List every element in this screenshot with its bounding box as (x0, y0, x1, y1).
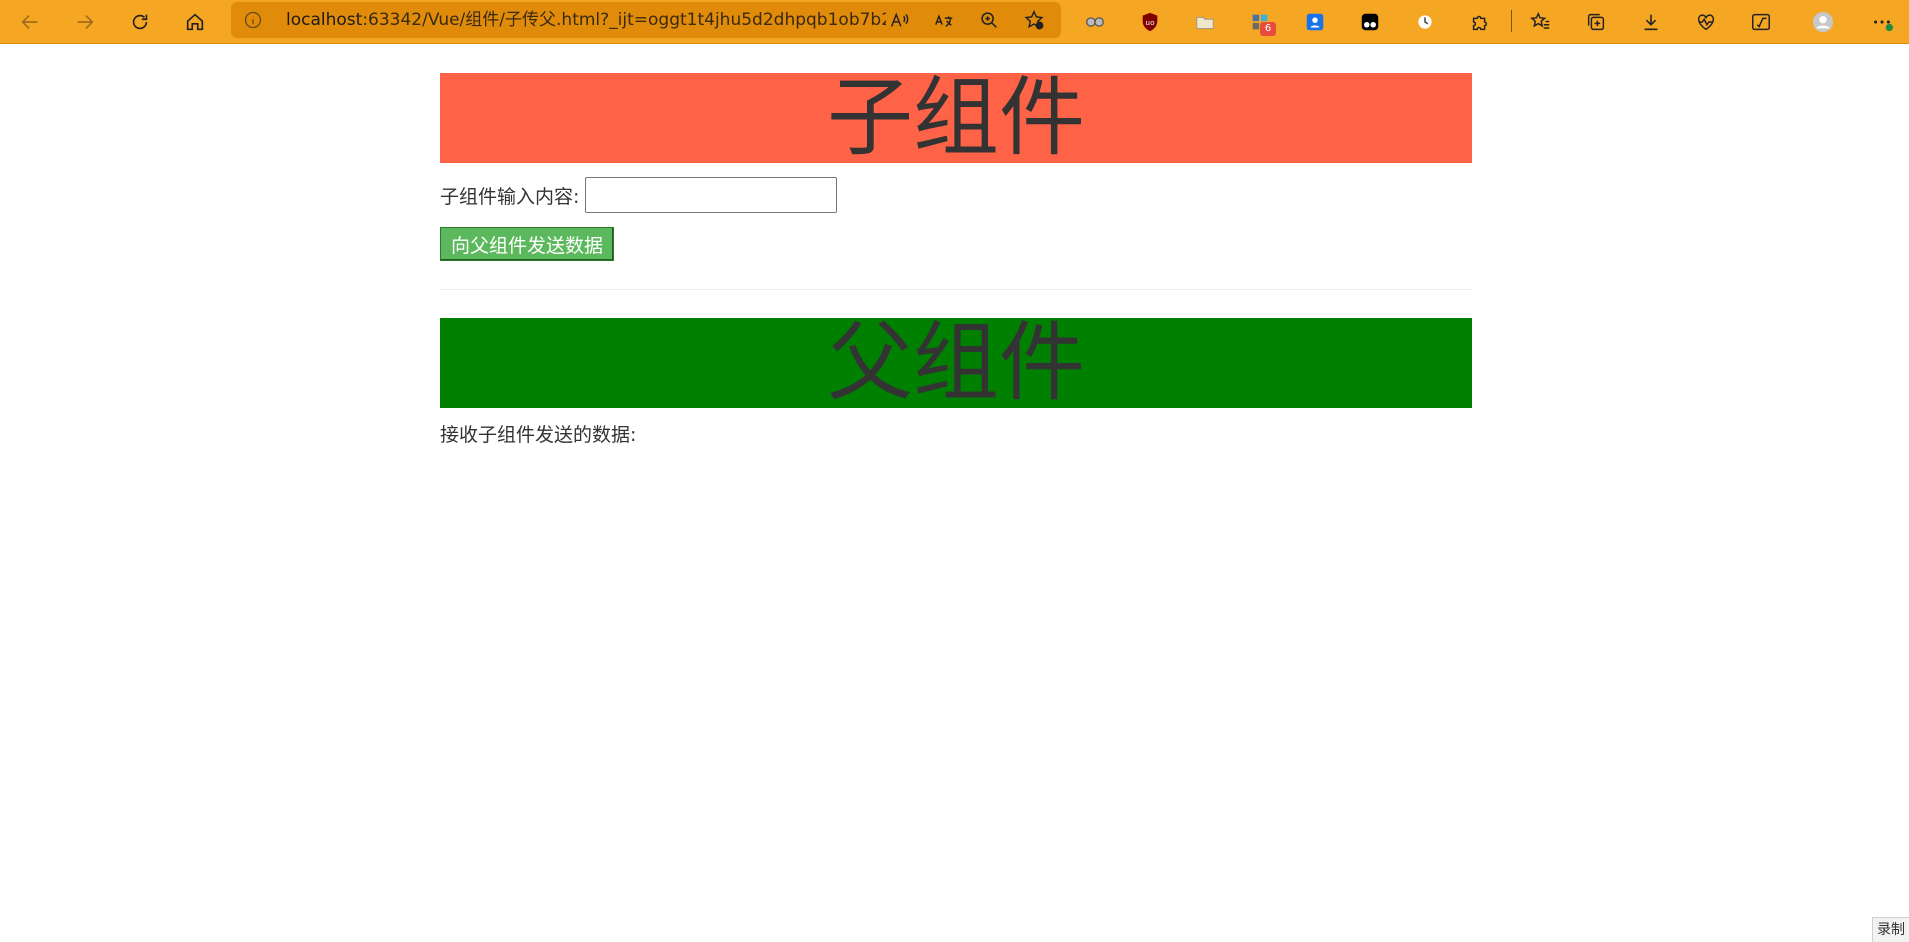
url-path: :63342/Vue/组件/子传父.html?_ijt=oggt1t4jhu5d… (362, 10, 886, 30)
browser-toolbar: localhost:63342/Vue/组件/子传父.html?_ijt=ogg… (0, 0, 1909, 44)
send-to-parent-button[interactable]: 向父组件发送数据 (440, 227, 615, 261)
reload-button[interactable] (122, 4, 158, 40)
collections-icon (1587, 13, 1605, 31)
extension-reader-button[interactable] (1077, 4, 1113, 40)
download-icon (1644, 14, 1658, 31)
person-card-icon (1306, 13, 1324, 31)
read-aloud-icon (890, 12, 909, 27)
extension-apps-button[interactable]: 6 (1242, 4, 1278, 40)
extensions-button[interactable] (1462, 4, 1498, 40)
avatar-icon (1812, 11, 1834, 33)
svg-text:uo: uo (1145, 18, 1155, 27)
favorites-button[interactable] (1523, 4, 1559, 40)
performance-button[interactable] (1688, 4, 1724, 40)
star-add-icon (1024, 10, 1044, 30)
url-host: localhost (286, 10, 363, 30)
extension-ublock-button[interactable]: uo (1132, 4, 1168, 40)
parent-component-title: 父组件 (440, 318, 1472, 408)
puzzle-icon (1472, 15, 1488, 31)
zoom-button[interactable] (971, 2, 1007, 38)
child-component-title: 子组件 (440, 73, 1472, 163)
math-formula-icon (1752, 13, 1770, 31)
toolbar-divider (1511, 10, 1512, 32)
extension-tampermonkey-button[interactable] (1352, 4, 1388, 40)
favorites-list-icon (1530, 11, 1550, 29)
extension-badge: 6 (1260, 22, 1276, 36)
translate-icon (935, 14, 953, 28)
reload-icon (132, 14, 148, 30)
extension-clock-button[interactable] (1407, 4, 1443, 40)
child-input-label: 子组件输入内容: (440, 185, 580, 208)
zoom-in-icon (981, 12, 997, 28)
parent-section: 父组件 接收子组件发送的数据: (440, 318, 1472, 448)
heart-pulse-icon (1697, 14, 1715, 31)
page-content: 子组件 子组件输入内容: 向父组件发送数据 父组件 接收子组件发送的数据: (440, 73, 1472, 448)
profile-button[interactable] (1805, 4, 1841, 40)
address-bar[interactable]: localhost:63342/Vue/组件/子传父.html?_ijt=ogg… (231, 2, 1061, 38)
arrow-right-icon (77, 14, 94, 30)
math-solver-button[interactable] (1743, 4, 1779, 40)
read-aloud-button[interactable] (881, 2, 917, 38)
translate-button[interactable] (926, 2, 962, 38)
child-input-row: 子组件输入内容: (440, 177, 1472, 213)
ublock-shield-icon: uo (1142, 12, 1158, 32)
forward-button[interactable] (67, 4, 103, 40)
add-favorite-button[interactable] (1016, 2, 1052, 38)
info-icon[interactable] (243, 10, 263, 30)
extension-folder-button[interactable] (1187, 4, 1223, 40)
glasses-icon (1086, 17, 1104, 27)
section-divider (440, 289, 1472, 290)
arrow-left-icon (21, 14, 38, 30)
url-text[interactable]: localhost:63342/Vue/组件/子传父.html?_ijt=ogg… (286, 2, 886, 38)
settings-menu-button[interactable] (1864, 4, 1900, 40)
back-button[interactable] (12, 4, 48, 40)
received-data-label: 接收子组件发送的数据: (440, 424, 637, 446)
more-dots-icon (1874, 20, 1893, 32)
clock-icon (1416, 13, 1434, 31)
downloads-button[interactable] (1633, 4, 1669, 40)
tampermonkey-icon (1361, 13, 1379, 31)
record-button[interactable]: 录制 (1872, 917, 1909, 942)
folder-icon (1196, 16, 1214, 29)
collections-button[interactable] (1578, 4, 1614, 40)
child-input-field[interactable] (585, 177, 838, 213)
extension-user-button[interactable] (1297, 4, 1333, 40)
home-icon (186, 13, 204, 31)
received-data-row: 接收子组件发送的数据: (440, 422, 1472, 448)
home-button[interactable] (177, 4, 213, 40)
